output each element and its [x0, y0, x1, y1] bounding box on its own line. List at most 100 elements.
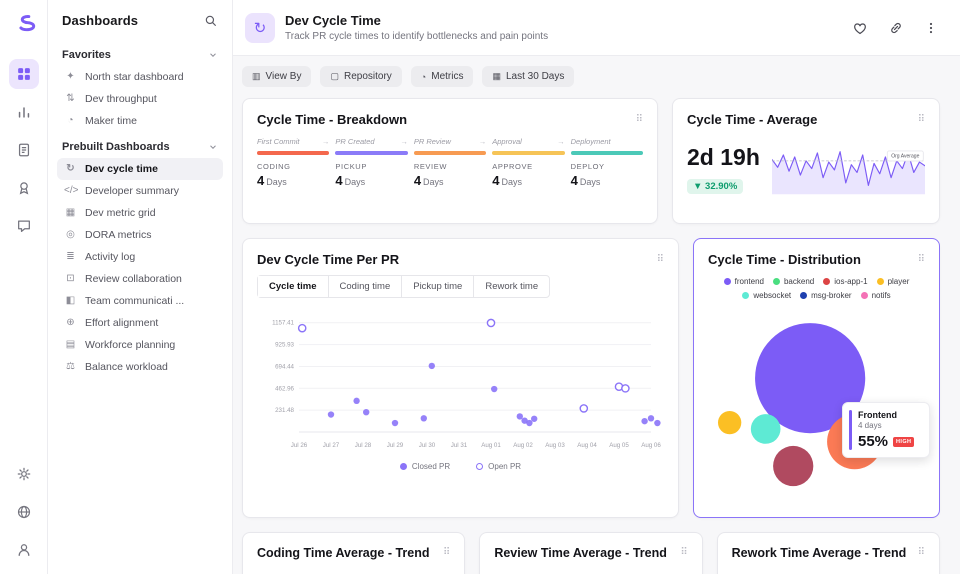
filter-view-by[interactable]: ▥ View By — [242, 66, 312, 87]
open-pr-dot-icon — [476, 463, 484, 470]
delta-badge: ▼ 32.90% — [687, 179, 744, 194]
sidebar-item-dora-metrics[interactable]: ◎ DORA metrics — [57, 224, 223, 246]
filter-date-range[interactable]: ▦ Last 30 Days — [482, 66, 575, 87]
bubble-tooltip: Frontend 4 days 55% HIGH — [842, 402, 930, 458]
filter-repository[interactable]: ▢ Repository — [320, 66, 402, 87]
item-label: Dev throughput — [85, 93, 157, 105]
target-icon: ◎ — [66, 229, 75, 240]
tab-pickup-time[interactable]: Pickup time — [402, 276, 475, 297]
item-label: Balance workload — [85, 361, 168, 373]
stage-deploy: Deployment DEPLOY 4 Days — [570, 137, 644, 188]
average-sparkline-chart: Org Average — [771, 150, 925, 195]
apps-icon[interactable] — [8, 59, 39, 89]
scale-icon: ⚖ — [66, 361, 75, 372]
card-dev-cycle-time-per-pr: Dev Cycle Time Per PR ⠿ Cycle time Codin… — [242, 238, 679, 518]
copy-link-icon[interactable] — [888, 20, 904, 36]
card-title: Cycle Time - Distribution — [708, 252, 861, 267]
document-icon[interactable] — [9, 135, 39, 165]
legend-websocket: websocket — [742, 291, 791, 300]
drag-handle-icon[interactable]: ⠿ — [918, 254, 925, 265]
chat-icon[interactable] — [9, 211, 39, 241]
drag-handle-icon[interactable]: ⠿ — [443, 548, 450, 558]
card-cycle-time-breakdown: Cycle Time - Breakdown ⠿ First Commit → C… — [242, 98, 658, 224]
high-badge: HIGH — [893, 436, 915, 447]
stage-bar — [335, 151, 408, 155]
sidebar-item-review-collaboration[interactable]: ⊡ Review collaboration — [57, 268, 223, 290]
gear-icon[interactable] — [9, 459, 39, 489]
item-label: Team communicati ... — [85, 295, 185, 307]
filter-label: Last 30 Days — [505, 71, 565, 82]
medal-icon[interactable] — [9, 173, 39, 203]
comment-icon: ⊡ — [66, 273, 75, 284]
briefcase-icon: ▤ — [65, 339, 76, 350]
bar-chart-icon[interactable] — [9, 97, 39, 127]
svg-text:925.93: 925.93 — [275, 342, 294, 349]
repository-icon: ▢ — [330, 71, 339, 81]
page-subtitle: Track PR cycle times to identify bottlen… — [285, 31, 549, 42]
tab-rework-time[interactable]: Rework time — [474, 276, 549, 297]
section-favorites[interactable]: Favorites — [57, 44, 223, 66]
dashboard-content: ▥ View By ▢ Repository ◔ Metrics ▦ Last … — [233, 56, 960, 574]
sidebar-item-workforce-planning[interactable]: ▤ Workforce planning — [57, 334, 223, 356]
tab-cycle-time[interactable]: Cycle time — [258, 276, 329, 297]
svg-text:1157.41: 1157.41 — [272, 320, 294, 327]
sidebar-item-balance-workload[interactable]: ⚖ Balance workload — [57, 356, 223, 378]
drag-handle-icon[interactable]: ⠿ — [680, 548, 687, 558]
drag-handle-icon[interactable]: ⠿ — [918, 114, 925, 125]
drag-handle-icon[interactable]: ⠿ — [636, 114, 643, 125]
user-icon[interactable] — [9, 535, 39, 565]
arrow-icon: → — [400, 137, 408, 146]
sidebar-item-effort-alignment[interactable]: ⊕ Effort alignment — [57, 312, 223, 334]
card-review-time-trend: Review Time Average - Trend ⠿ — [479, 532, 703, 574]
card-coding-time-trend: Coding Time Average - Trend ⠿ — [242, 532, 466, 574]
card-rework-time-trend: Rework Time Average - Trend ⠿ — [716, 532, 940, 574]
svg-text:Aug 01: Aug 01 — [481, 442, 501, 449]
sidebar-item-north-star-dashboard[interactable]: ✦ North star dashboard — [57, 66, 223, 88]
sidebar-title: Dashboards — [62, 13, 139, 28]
drag-handle-icon[interactable]: ⠿ — [657, 254, 664, 265]
legend-msg-broker: msg-broker — [800, 291, 852, 300]
average-value: 2d 19h — [687, 144, 760, 170]
card-title: Rework Time Average - Trend — [731, 546, 907, 560]
sidebar-item-team-communication[interactable]: ◧ Team communicati ... — [57, 290, 223, 312]
card-title: Dev Cycle Time Per PR — [257, 252, 400, 267]
bubble-icon: ◧ — [65, 295, 76, 306]
per-pr-tabs: Cycle time Coding time Pickup time Rewor… — [257, 275, 551, 298]
item-label: Dev cycle time — [85, 163, 158, 175]
sidebar-item-dev-throughput[interactable]: ⇅ Dev throughput — [57, 88, 223, 110]
sidebar-item-developer-summary[interactable]: </> Developer summary — [57, 180, 223, 202]
legend-frontend: frontend — [723, 277, 764, 286]
item-label: North star dashboard — [85, 71, 184, 83]
arrow-icon: → — [557, 137, 565, 146]
filter-metrics[interactable]: ◔ Metrics — [410, 66, 474, 87]
calendar-icon: ▦ — [492, 71, 501, 81]
favorite-heart-icon[interactable] — [852, 20, 868, 36]
star-icon: ✦ — [66, 71, 75, 82]
search-icon[interactable] — [204, 14, 218, 28]
code-icon: </> — [64, 185, 79, 196]
svg-text:Aug 05: Aug 05 — [609, 442, 629, 449]
drag-handle-icon[interactable]: ⠿ — [918, 548, 925, 558]
tab-coding-time[interactable]: Coding time — [329, 276, 403, 297]
icon-rail — [0, 0, 48, 574]
stage-bar — [492, 151, 565, 155]
app-root: Dashboards Favorites ✦ North star dashbo… — [0, 0, 960, 574]
sidebar-item-dev-cycle-time[interactable]: ↻ Dev cycle time — [57, 158, 223, 180]
more-kebab-icon[interactable] — [924, 20, 938, 36]
item-label: Maker time — [85, 115, 137, 127]
section-prebuilt-dashboards[interactable]: Prebuilt Dashboards — [57, 136, 223, 158]
stage-coding: First Commit → CODING 4 Days — [257, 137, 330, 188]
app-logo-icon[interactable] — [9, 9, 39, 39]
filter-label: Repository — [343, 71, 392, 82]
grid-icon: ▦ — [65, 207, 76, 218]
svg-text:Aug 04: Aug 04 — [577, 442, 597, 449]
section-label: Prebuilt Dashboards — [62, 141, 170, 153]
sidebar-item-activity-log[interactable]: ≣ Activity log — [57, 246, 223, 268]
chevron-down-icon — [208, 142, 218, 152]
sidebar-item-dev-metric-grid[interactable]: ▦ Dev metric grid — [57, 202, 223, 224]
svg-text:Jul 29: Jul 29 — [387, 442, 404, 449]
svg-text:Jul 27: Jul 27 — [323, 442, 340, 449]
sidebar-item-maker-time[interactable]: ◔ Maker time — [57, 110, 223, 132]
globe-icon[interactable] — [9, 497, 39, 527]
card-cycle-time-average: Cycle Time - Average ⠿ 2d 19h ▼ 32.90% O… — [672, 98, 940, 224]
